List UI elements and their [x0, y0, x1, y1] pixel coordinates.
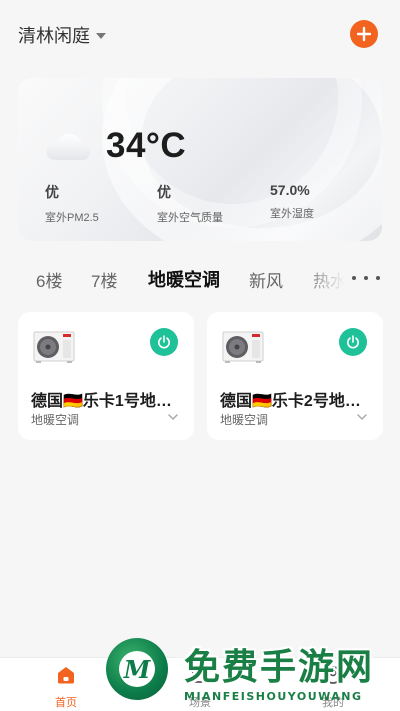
weather-card[interactable]: 34°C 优 室外PM2.5 优 室外空气质量 57.0% 室外湿度 [18, 78, 382, 241]
top-bar: 清林闲庭 [0, 0, 400, 70]
stat-label: 室外PM2.5 [45, 212, 99, 224]
plus-icon [356, 26, 372, 42]
device-name: 德国🇩🇪乐卡2号地暖空调 [220, 393, 370, 410]
power-icon [347, 335, 359, 349]
stat-pm25: 优 室外PM2.5 [45, 182, 99, 225]
tab-fresh-air[interactable]: 新风 [249, 267, 283, 292]
device-name: 德国🇩🇪乐卡1号地暖空调 [31, 393, 181, 410]
cloud-icon [46, 133, 91, 160]
device-type: 地暖空调 [31, 413, 80, 427]
tab-6f[interactable]: 6楼 [36, 267, 62, 292]
stat-value: 优 [157, 184, 171, 200]
stat-air-quality: 优 室外空气质量 [157, 182, 223, 225]
watermark-subtitle: MIANFEISHOUYOUWANG [184, 690, 363, 703]
chevron-down-icon[interactable] [168, 412, 178, 422]
home-name: 清林闲庭 [18, 26, 90, 46]
room-tabs: 6楼 7楼 地暖空调 新风 热水 [0, 258, 400, 298]
stat-label: 室外湿度 [270, 208, 314, 220]
power-button[interactable] [150, 328, 178, 356]
device-card[interactable]: 德国🇩🇪乐卡1号地暖空调 地暖空调 [18, 312, 194, 440]
chevron-down-icon[interactable] [357, 412, 367, 422]
power-icon [158, 335, 170, 349]
home-selector[interactable]: 清林闲庭 [18, 22, 106, 48]
tab-floor-heating-ac[interactable]: 地暖空调 [148, 266, 220, 292]
home-icon [58, 667, 74, 684]
ac-outdoor-unit-icon [33, 331, 75, 363]
temperature-value: 34°C [106, 126, 187, 165]
nav-label: 首页 [55, 697, 77, 709]
tab-7f[interactable]: 7楼 [91, 267, 117, 292]
nav-home[interactable]: 首页 [36, 664, 96, 710]
more-dots-icon[interactable] [352, 270, 380, 286]
stat-value: 57.0% [270, 182, 310, 198]
stat-value: 优 [45, 184, 59, 200]
ac-outdoor-unit-icon [222, 331, 264, 363]
watermark-title: 免费手游网 [184, 647, 375, 688]
watermark: M 免费手游网 MIANFEISHOUYOUWANG [100, 632, 400, 711]
caret-down-icon [96, 33, 106, 39]
add-button[interactable] [350, 20, 378, 48]
stat-humidity: 57.0% 室外湿度 [270, 182, 314, 221]
watermark-logo: M [106, 638, 168, 700]
power-button[interactable] [339, 328, 367, 356]
device-card[interactable]: 德国🇩🇪乐卡2号地暖空调 地暖空调 [207, 312, 383, 440]
stat-label: 室外空气质量 [157, 212, 223, 224]
device-type: 地暖空调 [220, 413, 269, 427]
